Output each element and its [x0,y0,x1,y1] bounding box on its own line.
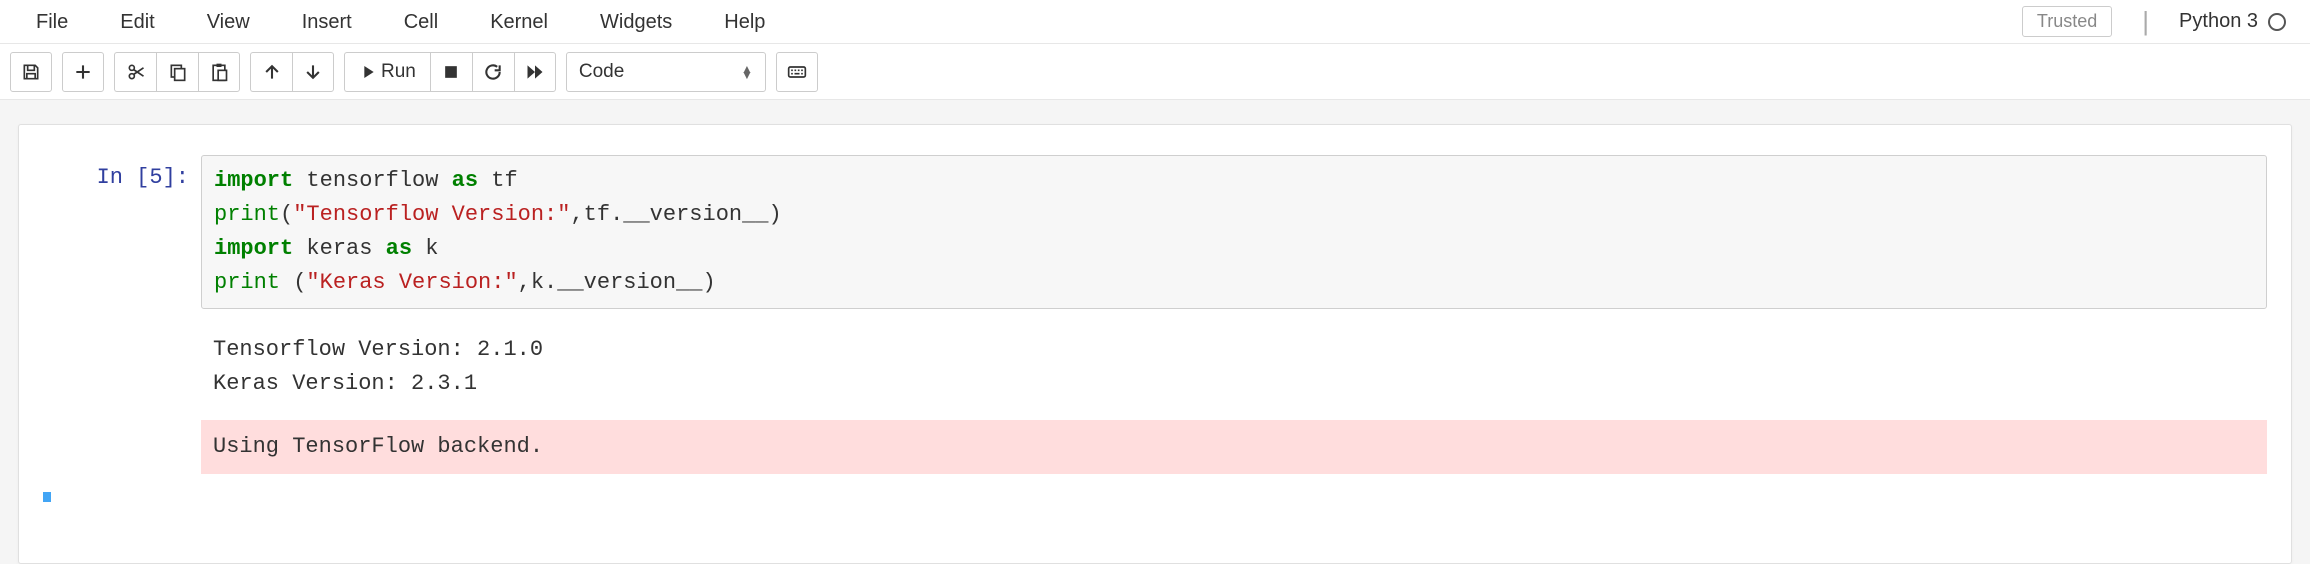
clipboard-group [114,52,240,92]
menu-kernel[interactable]: Kernel [464,0,574,44]
notebook-container: In [5]: import tensorflow as tf print("T… [18,124,2292,564]
save-icon [21,62,41,82]
menu-file[interactable]: File [10,0,94,44]
menu-edit[interactable]: Edit [94,0,180,44]
toolbar: Run Code ▲▼ [0,44,2310,100]
input-prompt: In [5]: [43,155,201,309]
stdout-text: Tensorflow Version: 2.1.0 Keras Version:… [213,333,2255,401]
arrow-up-icon [262,62,282,82]
stdout-area: Tensorflow Version: 2.1.0 Keras Version:… [201,325,2267,409]
kernel-name-text: Python 3 [2179,10,2258,33]
paste-button[interactable] [198,52,240,92]
plus-icon [73,62,93,82]
kernel-name-label[interactable]: Python 3 [2179,10,2286,33]
move-up-button[interactable] [250,52,292,92]
insert-cell-button[interactable] [62,52,104,92]
output-prompt-spacer [43,325,201,409]
menu-view[interactable]: View [181,0,276,44]
stdout-cell: Tensorflow Version: 2.1.0 Keras Version:… [19,321,2291,409]
copy-button[interactable] [156,52,198,92]
copy-icon [168,62,188,82]
keyboard-icon [787,62,807,82]
kernel-idle-icon [2268,13,2286,31]
code-text[interactable]: import tensorflow as tf print("Tensorflo… [214,164,2254,300]
menu-widgets[interactable]: Widgets [574,0,698,44]
menu-cell[interactable]: Cell [378,0,464,44]
scissors-icon [126,62,146,82]
run-button-label: Run [381,61,416,83]
stderr-text: Using TensorFlow backend. [213,430,2255,464]
menu-insert[interactable]: Insert [276,0,378,44]
save-button[interactable] [10,52,52,92]
menu-help[interactable]: Help [698,0,791,44]
restart-button[interactable] [472,52,514,92]
command-palette-button[interactable] [776,52,818,92]
run-icon [359,64,375,80]
menubar: File Edit View Insert Cell Kernel Widget… [0,0,2310,44]
stop-icon [441,62,461,82]
celltype-select[interactable]: Code ▲▼ [566,52,766,92]
interrupt-button[interactable] [430,52,472,92]
arrow-down-icon [303,62,323,82]
output-prompt-spacer [43,414,201,474]
move-down-button[interactable] [292,52,334,92]
run-group: Run [344,52,556,92]
stderr-area: Using TensorFlow backend. [201,420,2267,474]
restart-run-all-button[interactable] [514,52,556,92]
celltype-value: Code [579,61,624,83]
code-input-area[interactable]: import tensorflow as tf print("Tensorflo… [201,155,2267,309]
caret-updown-icon: ▲▼ [741,66,753,78]
restart-icon [483,62,503,82]
move-group [250,52,334,92]
trusted-button[interactable]: Trusted [2022,6,2112,37]
selected-next-cell-indicator[interactable] [43,492,2267,502]
fast-forward-icon [525,62,545,82]
notebook-background: In [5]: import tensorflow as tf print("T… [0,100,2310,564]
stderr-cell: Using TensorFlow backend. [19,410,2291,474]
run-button[interactable]: Run [344,52,430,92]
paste-icon [209,62,229,82]
code-cell[interactable]: In [5]: import tensorflow as tf print("T… [19,155,2291,321]
separator: | [2142,6,2149,37]
cut-button[interactable] [114,52,156,92]
